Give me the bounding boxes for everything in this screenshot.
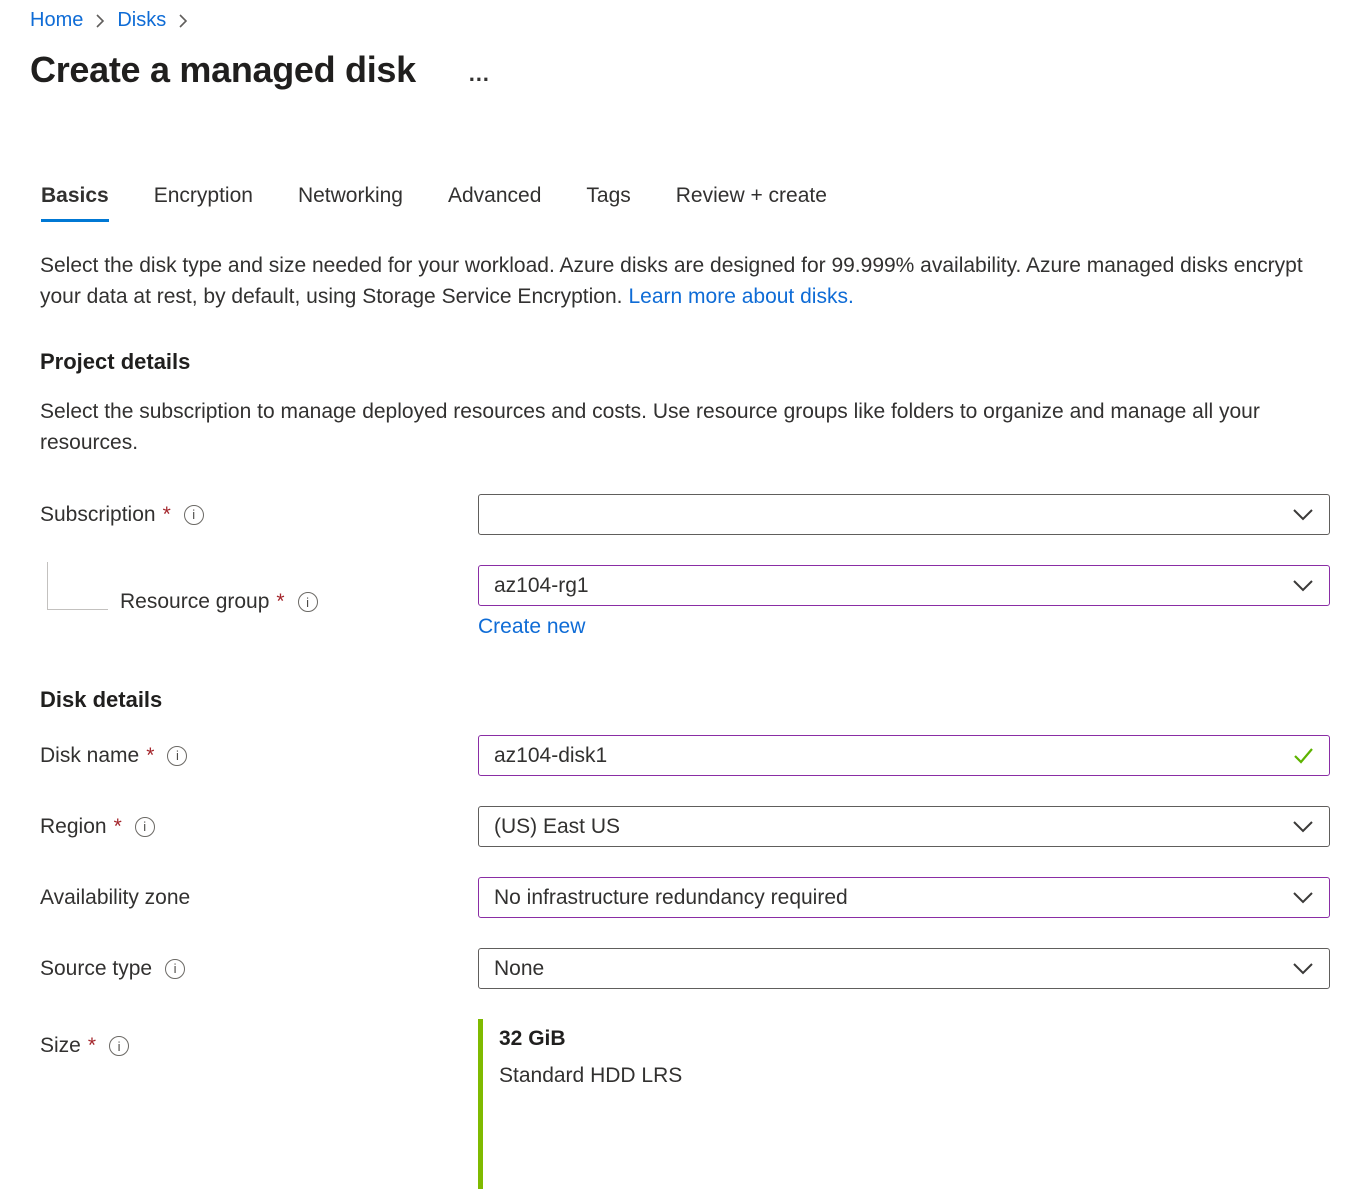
region-value: (US) East US bbox=[494, 815, 620, 839]
size-value: 32 GiB bbox=[499, 1027, 1330, 1051]
chevron-down-icon bbox=[1292, 508, 1314, 521]
required-asterisk: * bbox=[146, 744, 154, 768]
disk-details-heading: Disk details bbox=[40, 687, 1348, 713]
source-type-value: None bbox=[494, 957, 544, 981]
source-type-row: Source type None bbox=[40, 948, 1348, 989]
chevron-down-icon bbox=[1292, 579, 1314, 592]
chevron-down-icon bbox=[1292, 891, 1314, 904]
size-sku: Standard HDD LRS bbox=[499, 1064, 1330, 1088]
availability-zone-value: No infrastructure redundancy required bbox=[494, 886, 848, 910]
size-row: Size * 32 GiB Standard HDD LRS bbox=[40, 1019, 1348, 1189]
learn-more-link[interactable]: Learn more about disks. bbox=[628, 285, 853, 308]
info-icon[interactable] bbox=[109, 1036, 129, 1056]
source-type-dropdown[interactable]: None bbox=[478, 948, 1330, 989]
disk-name-field bbox=[478, 735, 1330, 776]
info-icon[interactable] bbox=[165, 959, 185, 979]
project-details-description: Select the subscription to manage deploy… bbox=[40, 396, 1316, 458]
disk-name-label: Disk name * bbox=[40, 743, 478, 769]
valid-check-icon bbox=[1293, 747, 1314, 764]
required-asterisk: * bbox=[114, 815, 122, 839]
tab-bar: Basics Encryption Networking Advanced Ta… bbox=[41, 184, 1348, 222]
tab-tags[interactable]: Tags bbox=[586, 184, 630, 222]
subscription-row: Subscription * bbox=[40, 494, 1348, 535]
chevron-right-icon bbox=[178, 13, 188, 29]
breadcrumb-home-link[interactable]: Home bbox=[30, 9, 83, 32]
region-dropdown[interactable]: (US) East US bbox=[478, 806, 1330, 847]
source-type-label-text: Source type bbox=[40, 956, 152, 982]
resource-group-row: Resource group * az104-rg1 Create new bbox=[40, 565, 1348, 639]
resource-group-label-text: Resource group bbox=[120, 589, 269, 615]
create-new-resource-group-link[interactable]: Create new bbox=[478, 615, 585, 639]
required-asterisk: * bbox=[88, 1034, 96, 1058]
chevron-right-icon bbox=[95, 13, 105, 29]
resource-group-dropdown[interactable]: az104-rg1 bbox=[478, 565, 1330, 606]
resource-group-value: az104-rg1 bbox=[494, 574, 589, 598]
info-icon[interactable] bbox=[135, 817, 155, 837]
region-label-text: Region bbox=[40, 814, 107, 840]
chevron-down-icon bbox=[1292, 962, 1314, 975]
subscription-label: Subscription * bbox=[40, 502, 478, 528]
breadcrumb: Home Disks bbox=[0, 0, 1348, 32]
tab-review-create[interactable]: Review + create bbox=[676, 184, 827, 222]
availability-zone-row: Availability zone No infrastructure redu… bbox=[40, 877, 1348, 918]
tab-basics[interactable]: Basics bbox=[41, 184, 109, 222]
more-options-button[interactable]: … bbox=[468, 69, 491, 79]
required-asterisk: * bbox=[276, 590, 284, 614]
disk-name-label-text: Disk name bbox=[40, 743, 139, 769]
availability-zone-dropdown[interactable]: No infrastructure redundancy required bbox=[478, 877, 1330, 918]
subscription-dropdown[interactable] bbox=[478, 494, 1330, 535]
info-icon[interactable] bbox=[167, 746, 187, 766]
chevron-down-icon bbox=[1292, 820, 1314, 833]
disk-name-input[interactable] bbox=[494, 744, 1283, 768]
region-row: Region * (US) East US bbox=[40, 806, 1348, 847]
source-type-label: Source type bbox=[40, 956, 478, 982]
availability-zone-label-text: Availability zone bbox=[40, 885, 190, 911]
region-label: Region * bbox=[40, 814, 478, 840]
create-managed-disk-page: Home Disks Create a managed disk … Basic… bbox=[0, 0, 1348, 1189]
page-title: Create a managed disk bbox=[30, 48, 416, 92]
intro-text: Select the disk type and size needed for… bbox=[40, 250, 1316, 312]
required-asterisk: * bbox=[163, 503, 171, 527]
project-details-heading: Project details bbox=[40, 349, 1348, 375]
resource-group-label: Resource group * bbox=[40, 589, 478, 615]
size-summary[interactable]: 32 GiB Standard HDD LRS bbox=[478, 1019, 1330, 1189]
info-icon[interactable] bbox=[184, 505, 204, 525]
subscription-label-text: Subscription bbox=[40, 502, 156, 528]
tab-advanced[interactable]: Advanced bbox=[448, 184, 541, 222]
tab-networking[interactable]: Networking bbox=[298, 184, 403, 222]
tab-encryption[interactable]: Encryption bbox=[154, 184, 253, 222]
size-label: Size * bbox=[40, 1019, 478, 1059]
hierarchy-connector-line bbox=[47, 562, 108, 610]
availability-zone-label: Availability zone bbox=[40, 885, 478, 911]
size-label-text: Size bbox=[40, 1033, 81, 1059]
title-row: Create a managed disk … bbox=[0, 48, 1348, 92]
disk-name-row: Disk name * bbox=[40, 735, 1348, 776]
breadcrumb-disks-link[interactable]: Disks bbox=[117, 9, 166, 32]
basics-form: Subscription * Resource group * bbox=[40, 494, 1348, 1189]
info-icon[interactable] bbox=[298, 592, 318, 612]
